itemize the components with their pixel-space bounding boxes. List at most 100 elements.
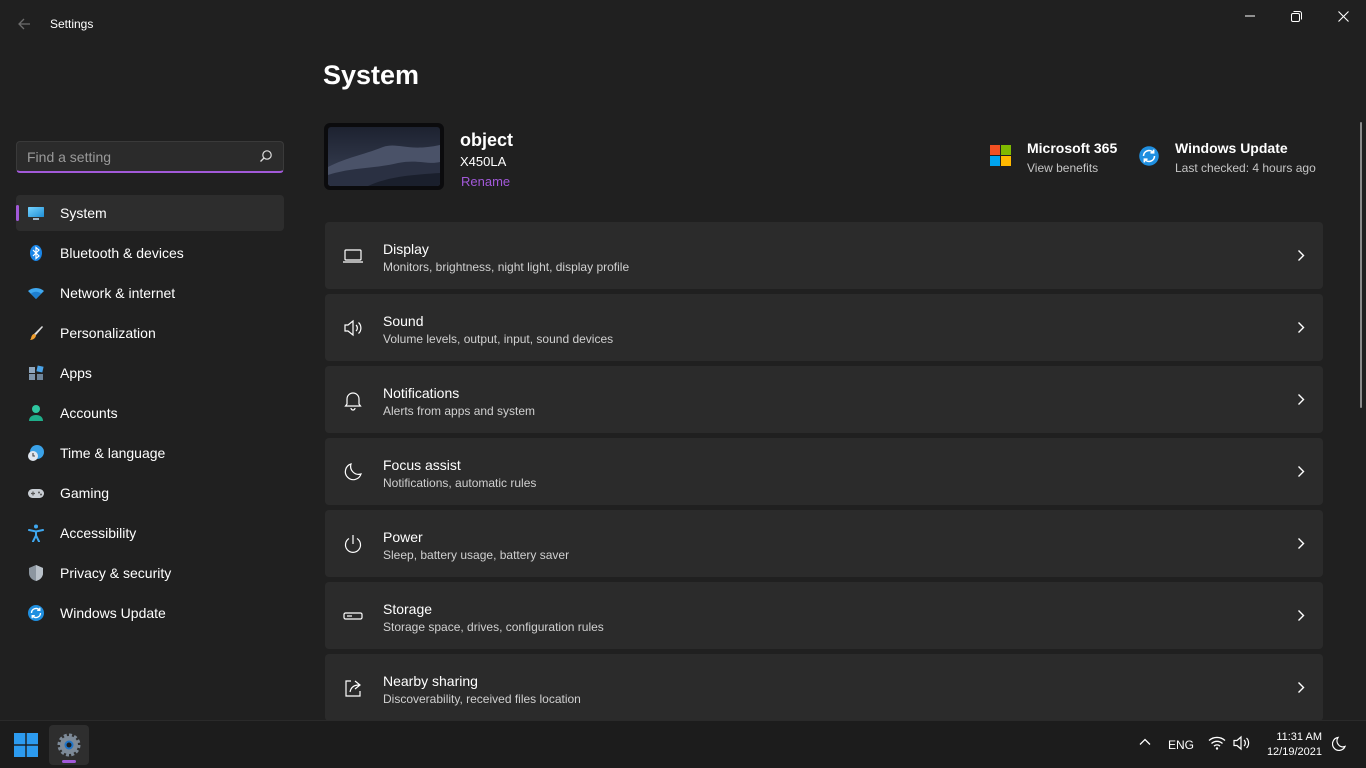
gamepad-icon — [28, 489, 44, 498]
taskbar-settings-app[interactable] — [49, 725, 89, 765]
microsoft-logo-icon — [990, 145, 1011, 166]
device-thumbnail — [324, 123, 444, 190]
sidebar-item-privacy[interactable]: Privacy & security — [16, 555, 284, 591]
card-title: Notifications — [383, 385, 460, 401]
storage-icon — [343, 612, 363, 620]
sidebar-item-label: Time & language — [60, 445, 166, 461]
sidebar-item-label: Privacy & security — [60, 565, 172, 581]
sidebar-item-label: Network & internet — [60, 285, 176, 301]
sidebar-item-label: Accessibility — [60, 525, 137, 541]
update-icon — [1139, 146, 1159, 166]
volume-icon[interactable] — [1233, 735, 1251, 751]
scrollbar[interactable] — [1360, 122, 1362, 408]
sidebar-item-label: Gaming — [60, 485, 110, 501]
focus-assist-moon-icon[interactable] — [1332, 736, 1346, 752]
chevron-right-icon — [1298, 610, 1305, 621]
back-arrow-icon — [18, 18, 30, 30]
app-title: Settings — [50, 17, 94, 31]
wifi-icon[interactable] — [1208, 735, 1226, 751]
card-title: Sound — [383, 313, 424, 329]
sidebar-item-personalization[interactable]: Personalization — [16, 315, 284, 351]
start-button[interactable] — [6, 725, 46, 765]
back-button[interactable] — [10, 10, 38, 38]
sidebar-item-system[interactable]: System — [16, 195, 284, 231]
sidebar-item-network[interactable]: Network & internet — [16, 275, 284, 311]
language-indicator[interactable]: ENG — [1168, 738, 1194, 752]
card-notifications[interactable]: Notifications Alerts from apps and syste… — [325, 366, 1323, 433]
sidebar-item-accounts[interactable]: Accounts — [16, 395, 284, 431]
close-icon — [1337, 10, 1349, 22]
desktop-wallpaper-image — [328, 127, 440, 186]
card-description: Volume levels, output, input, sound devi… — [383, 332, 614, 346]
bell-icon — [344, 392, 362, 411]
search-input[interactable] — [27, 148, 247, 166]
power-icon — [344, 535, 362, 553]
card-description: Alerts from apps and system — [383, 404, 536, 418]
sidebar-item-label: Accounts — [60, 405, 118, 421]
moon-icon — [344, 463, 362, 481]
taskbar: ENG 11:31 AM 12/19/2021 — [0, 720, 1366, 768]
sidebar-item-apps[interactable]: Apps — [16, 355, 284, 391]
card-focus-assist[interactable]: Focus assist Notifications, automatic ru… — [325, 438, 1323, 505]
sidebar-item-label: Windows Update — [60, 605, 166, 621]
quick-link-subtitle: Last checked: 4 hours ago — [1175, 161, 1316, 175]
sidebar-item-windows-update[interactable]: Windows Update — [16, 595, 284, 631]
sidebar-item-gaming[interactable]: Gaming — [16, 475, 284, 511]
chevron-right-icon — [1298, 538, 1305, 549]
active-app-indicator — [62, 760, 76, 763]
chevron-right-icon — [1298, 682, 1305, 693]
gear-icon — [57, 733, 81, 757]
chevron-right-icon — [1298, 394, 1305, 405]
card-description: Sleep, battery usage, battery saver — [383, 548, 570, 562]
speaker-icon — [344, 319, 362, 337]
sidebar-item-time-language[interactable]: Time & language — [16, 435, 284, 471]
card-sound[interactable]: Sound Volume levels, output, input, soun… — [325, 294, 1323, 361]
page-title: System — [323, 60, 420, 90]
card-description: Monitors, brightness, night light, displ… — [383, 260, 630, 274]
shield-icon — [29, 565, 43, 581]
bluetooth-icon — [30, 245, 42, 261]
brush-icon — [30, 326, 43, 340]
monitor-icon — [28, 207, 44, 220]
card-storage[interactable]: Storage Storage space, drives, configura… — [325, 582, 1323, 649]
windows-logo-icon — [14, 733, 38, 757]
share-icon — [345, 680, 361, 697]
card-display[interactable]: Display Monitors, brightness, night ligh… — [325, 222, 1323, 289]
card-power[interactable]: Power Sleep, battery usage, battery save… — [325, 510, 1323, 577]
card-description: Storage space, drives, configuration rul… — [383, 620, 604, 634]
close-button[interactable] — [1320, 0, 1366, 32]
rename-link[interactable]: Rename — [461, 174, 510, 189]
sidebar-item-label: Personalization — [60, 325, 156, 341]
card-title: Display — [383, 241, 429, 257]
device-name: object — [460, 130, 514, 150]
display-icon — [343, 249, 363, 263]
accessibility-icon — [28, 524, 44, 542]
clock[interactable]: 11:31 AM 12/19/2021 — [1260, 730, 1322, 760]
restore-icon — [1290, 10, 1302, 22]
card-nearby-sharing[interactable]: Nearby sharing Discoverability, received… — [325, 654, 1323, 720]
quick-link-subtitle: View benefits — [1027, 161, 1099, 175]
update-icon — [28, 605, 44, 621]
card-description: Notifications, automatic rules — [383, 476, 537, 490]
device-model: X450LA — [460, 154, 507, 169]
chevron-right-icon — [1298, 466, 1305, 477]
clock-date: 12/19/2021 — [1266, 746, 1322, 758]
chevron-right-icon — [1298, 250, 1305, 261]
sidebar-item-accessibility[interactable]: Accessibility — [16, 515, 284, 551]
chevron-up-icon[interactable] — [1138, 735, 1152, 749]
sidebar-nav: System Bluetooth & devices Network & int… — [16, 195, 284, 635]
sidebar-item-bluetooth[interactable]: Bluetooth & devices — [16, 235, 284, 271]
title-bar: Settings — [0, 0, 1366, 48]
search-box[interactable] — [16, 141, 284, 173]
person-icon — [29, 405, 43, 421]
chevron-right-icon — [1298, 322, 1305, 333]
sidebar-item-label: Bluetooth & devices — [60, 245, 184, 261]
quick-link-title: Windows Update — [1175, 140, 1288, 156]
search-icon[interactable] — [259, 149, 273, 163]
card-title: Nearby sharing — [383, 673, 478, 689]
minimize-button[interactable] — [1227, 0, 1273, 32]
minimize-icon — [1245, 15, 1255, 17]
clock-time: 11:31 AM — [1276, 731, 1322, 743]
maximize-button[interactable] — [1273, 0, 1319, 32]
globe-clock-icon — [28, 445, 44, 461]
